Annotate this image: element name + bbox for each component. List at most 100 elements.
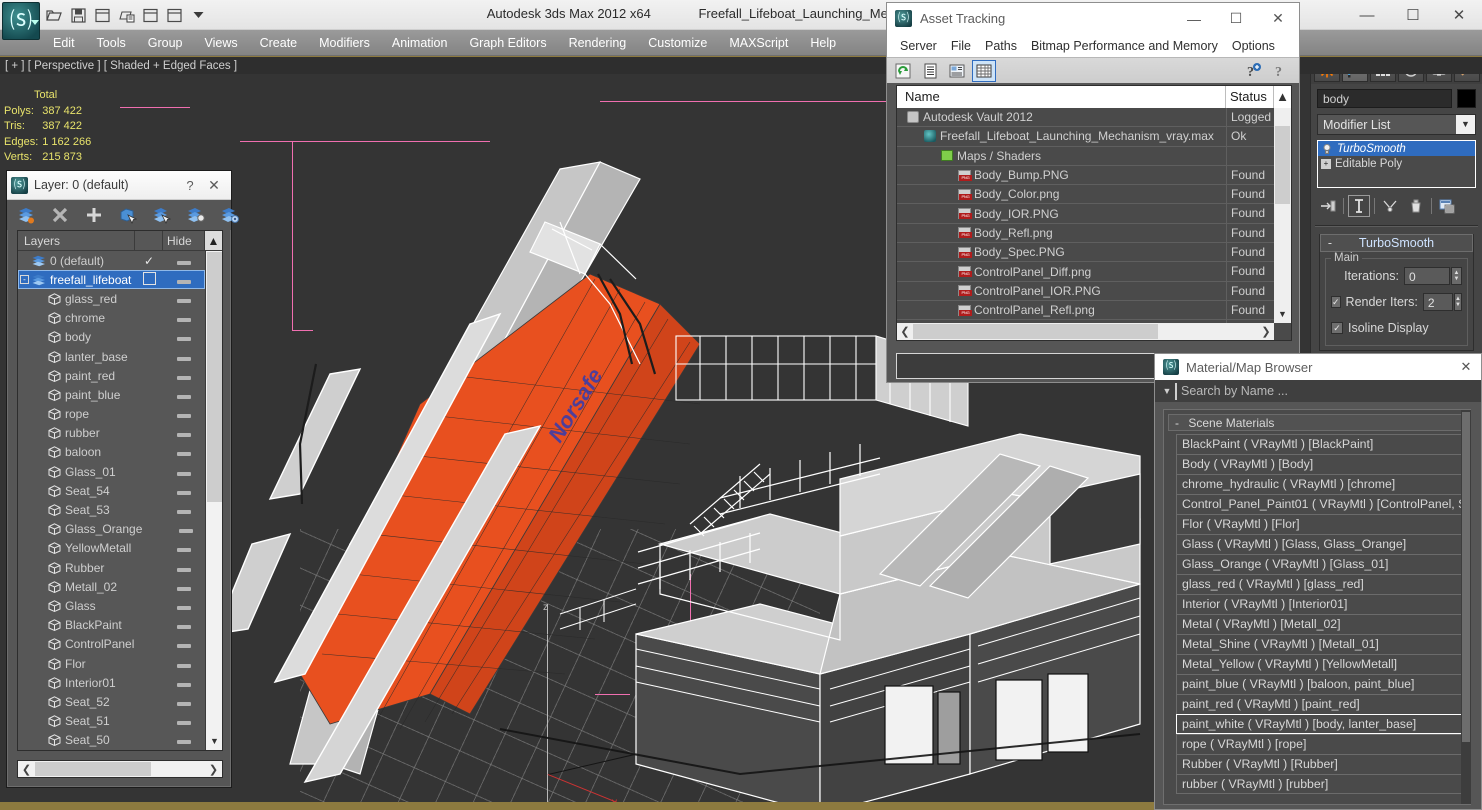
plus-box-icon[interactable]: + — [1321, 158, 1331, 169]
layer-row[interactable]: paint_red — [18, 366, 205, 385]
scroll-up-arrow-icon[interactable]: ▲ — [1274, 86, 1291, 108]
close-button[interactable]: ✕ — [1257, 3, 1299, 34]
help-icon[interactable]: ? — [1268, 60, 1292, 82]
layer-row[interactable]: rubber — [18, 424, 205, 443]
hide-toggle-cell[interactable] — [163, 676, 205, 690]
layer-row[interactable]: rope — [18, 405, 205, 424]
layer-row[interactable]: Seat_51 — [18, 712, 205, 731]
material-row[interactable]: BlackPaint ( VRayMtl ) [BlackPaint] — [1176, 434, 1466, 454]
scroll-left-arrow-icon[interactable]: ❮ — [897, 325, 913, 338]
material-row[interactable]: paint_white ( VRayMtl ) [body, lanter_ba… — [1176, 714, 1466, 734]
layer-row[interactable]: BlackPaint — [18, 616, 205, 635]
scene-materials-group-header[interactable]: - Scene Materials — [1168, 414, 1466, 431]
column-header-status[interactable]: Status — [1226, 86, 1274, 108]
close-button[interactable]: ✕ — [1451, 359, 1481, 375]
layer-row[interactable]: Seat_52 — [18, 692, 205, 711]
hide-toggle-cell[interactable] — [163, 292, 205, 306]
expand-collapse-icon[interactable]: - — [20, 275, 29, 285]
layer-row[interactable]: Interior01 — [18, 673, 205, 692]
hide-toggle-cell[interactable] — [163, 465, 205, 479]
scroll-track[interactable] — [913, 323, 1258, 340]
hide-toggle-cell[interactable] — [163, 369, 205, 383]
column-header-layers[interactable]: Layers — [18, 231, 135, 250]
column-header-current[interactable] — [135, 231, 163, 250]
asset-list-rows[interactable]: Autodesk Vault 2012 Logged Freefall_Lifebo… — [897, 108, 1274, 323]
hide-toggle-cell[interactable] — [163, 541, 205, 555]
menu-item-file[interactable]: File — [944, 39, 978, 53]
hide-toggle-cell[interactable] — [163, 273, 205, 287]
add-selection-to-layer-icon[interactable] — [85, 206, 103, 224]
modifier-stack-item-editable-poly[interactable]: + Editable Poly — [1318, 156, 1475, 171]
hide-toggle-cell[interactable] — [163, 407, 205, 421]
asset-list-vertical-scrollbar[interactable]: ▼ — [1274, 108, 1291, 323]
layer-list-rows[interactable]: 0 (default) ✓ - freefall_lifeboat glass_re… — [18, 251, 205, 750]
set-current-layer-button[interactable] — [142, 271, 156, 285]
scroll-up-arrow-icon[interactable]: ▲ — [205, 231, 222, 250]
hide-toggle-cell[interactable] — [167, 522, 205, 536]
close-button[interactable]: ✕ — [201, 177, 227, 194]
rollout-toggle[interactable]: - — [1321, 236, 1339, 250]
layer-row[interactable]: Seat_54 — [18, 481, 205, 500]
render-iters-spinner[interactable]: ▲ ▼ — [1454, 293, 1462, 311]
layer-row[interactable]: lanter_base — [18, 347, 205, 366]
select-highlighted-objects-layers-icon[interactable] — [153, 206, 172, 224]
layer-row[interactable]: Metall_02 — [18, 577, 205, 596]
asset-row[interactable]: ControlPanel_Refl.png Found — [897, 300, 1274, 321]
menu-item-maxscript[interactable]: MAXScript — [718, 30, 799, 56]
hide-toggle-cell[interactable] — [163, 618, 205, 632]
hide-toggle-cell[interactable] — [163, 503, 205, 517]
render-iters-input[interactable]: 2 — [1422, 293, 1454, 311]
layer-row[interactable]: Flor — [18, 654, 205, 673]
material-row[interactable]: paint_blue ( VRayMtl ) [baloon, paint_bl… — [1176, 674, 1466, 694]
asset-list-horizontal-scrollbar[interactable]: ❮ ❯ — [897, 323, 1274, 340]
help-add-icon[interactable]: ? — [1241, 60, 1265, 82]
open-file-icon[interactable] — [44, 5, 65, 26]
material-row[interactable]: Flor ( VRayMtl ) [Flor] — [1176, 514, 1466, 534]
maximize-button[interactable]: ☐ — [1390, 0, 1436, 30]
material-row[interactable]: Glass ( VRayMtl ) [Glass, Glass_Orange] — [1176, 534, 1466, 554]
object-color-swatch[interactable] — [1457, 89, 1476, 108]
iterations-spinner[interactable]: ▲ ▼ — [1451, 267, 1462, 285]
modifier-stack[interactable]: TurboSmooth + Editable Poly — [1317, 140, 1476, 188]
hide-toggle-cell[interactable] — [163, 580, 205, 594]
material-row[interactable]: Metal_Yellow ( VRayMtl ) [YellowMetall] — [1176, 654, 1466, 674]
asset-row[interactable]: Body_Refl.png Found — [897, 223, 1274, 244]
scrollbar-thumb[interactable] — [207, 252, 222, 502]
asset-row[interactable]: Body_Bump.PNG Found — [897, 165, 1274, 186]
scroll-right-arrow-icon[interactable]: ❯ — [1258, 325, 1274, 338]
material-row[interactable]: rope ( VRayMtl ) [rope] — [1176, 734, 1466, 754]
scrollbar-thumb[interactable] — [1275, 126, 1290, 204]
layer-row[interactable]: ControlPanel — [18, 635, 205, 654]
render-iters-checkbox[interactable]: ✓ — [1331, 296, 1341, 308]
highlight-selected-objects-layers-icon[interactable] — [187, 206, 205, 224]
material-row[interactable]: paint_red ( VRayMtl ) [paint_red] — [1176, 694, 1466, 714]
layer-row[interactable]: Seat_53 — [18, 500, 205, 519]
asset-row[interactable]: Maps / Shaders — [897, 146, 1274, 166]
material-row[interactable]: rubber ( VRayMtl ) [rubber] — [1176, 774, 1466, 794]
hide-toggle-cell[interactable] — [163, 657, 205, 671]
material-list-scrollbar[interactable] — [1461, 410, 1471, 804]
group-toggle[interactable]: - — [1175, 416, 1179, 430]
save-file-icon[interactable] — [68, 5, 89, 26]
scroll-down-arrow-icon[interactable]: ▼ — [206, 733, 223, 750]
layer-row[interactable]: body — [18, 328, 205, 347]
scroll-down-arrow-icon[interactable]: ▼ — [1274, 306, 1291, 323]
current-layer-cell[interactable]: ✓ — [135, 254, 163, 268]
minimize-button[interactable]: — — [1173, 3, 1215, 34]
layer-row[interactable]: Seat_50 — [18, 731, 205, 750]
menu-item-group[interactable]: Group — [137, 30, 194, 56]
grid-view-icon[interactable] — [972, 59, 996, 82]
material-row[interactable]: Rubber ( VRayMtl ) [Rubber] — [1176, 754, 1466, 774]
menu-item-create[interactable]: Create — [249, 30, 309, 56]
modifier-list-dropdown[interactable]: Modifier List ▼ — [1317, 114, 1476, 135]
project-folder-icon[interactable] — [164, 5, 185, 26]
scroll-left-arrow-icon[interactable]: ❮ — [18, 763, 35, 776]
hide-toggle-cell[interactable] — [163, 733, 205, 747]
menu-item-views[interactable]: Views — [193, 30, 248, 56]
minimize-button[interactable]: — — [1344, 0, 1390, 30]
layer-row[interactable]: chrome — [18, 309, 205, 328]
hide-toggle-cell[interactable] — [163, 484, 205, 498]
scrollbar-thumb[interactable] — [35, 762, 151, 776]
hide-toggle-cell[interactable] — [163, 695, 205, 709]
undo-icon[interactable] — [92, 5, 113, 26]
